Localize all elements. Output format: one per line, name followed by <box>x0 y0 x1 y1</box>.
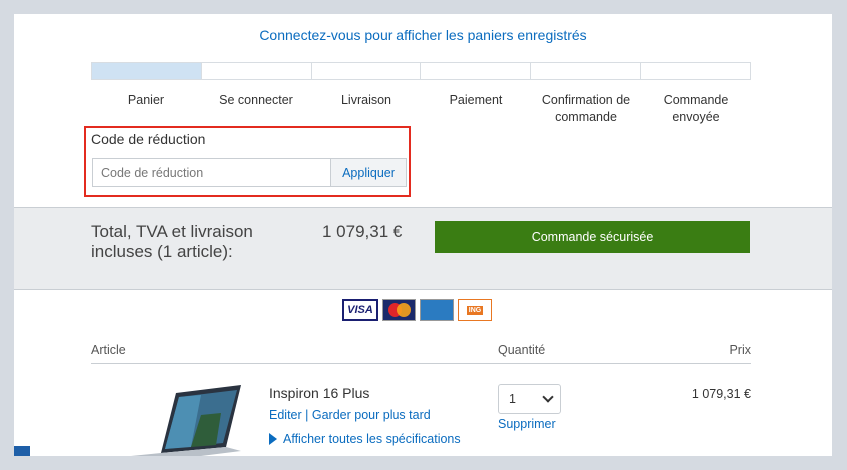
edit-link[interactable]: Editer <box>269 408 302 422</box>
quantity-value: 1 <box>509 392 516 406</box>
step-label-payment: Paiement <box>449 93 503 107</box>
step-bar-cart <box>91 62 202 80</box>
save-for-later-link[interactable]: Garder pour plus tard <box>312 408 431 422</box>
specs-label: Afficher toutes les spécifications <box>283 432 461 446</box>
step-bar-delivery <box>311 62 422 80</box>
promo-title: Code de réduction <box>91 131 206 147</box>
table-header: Article Quantité Prix <box>91 343 751 364</box>
apply-button[interactable]: Appliquer <box>330 158 407 187</box>
col-price: Prix <box>729 343 751 357</box>
step-labels: Panier Se connecter Livraison Paiement C… <box>91 92 751 126</box>
promo-code-input[interactable] <box>92 158 330 187</box>
product-name[interactable]: Inspiron 16 Plus <box>269 385 369 401</box>
payment-icons: VISA ING <box>342 299 492 321</box>
ing-icon: ING <box>458 299 492 321</box>
step-label-confirmation: Confirmation de commande <box>541 93 631 124</box>
col-article: Article <box>91 343 126 357</box>
quantity-select[interactable]: 1 <box>498 384 561 414</box>
mastercard-icon <box>382 299 416 321</box>
step-bar-signin <box>201 62 312 80</box>
total-amount: 1 079,31 € <box>322 222 403 241</box>
link-separator: | <box>305 408 309 422</box>
step-label-delivery: Livraison <box>340 93 392 107</box>
secure-checkout-button[interactable]: Commande sécurisée <box>435 221 750 253</box>
specs-toggle[interactable]: Afficher toutes les spécifications <box>269 432 461 446</box>
total-label: Total, TVA et livraison incluses (1 arti… <box>91 222 253 261</box>
amex-icon <box>420 299 454 321</box>
step-label-cart: Panier <box>127 93 165 107</box>
step-bar-payment <box>421 62 532 80</box>
col-quantity: Quantité <box>498 343 546 357</box>
product-links: Editer | Garder pour plus tard <box>269 408 431 422</box>
visa-icon: VISA <box>342 299 378 321</box>
corner-widget-icon[interactable] <box>14 446 30 456</box>
step-bar-confirmation <box>531 62 642 80</box>
remove-link[interactable]: Supprimer <box>498 417 556 431</box>
step-label-signin: Se connecter <box>219 93 293 107</box>
step-label-sent: Commande envoyée <box>663 93 729 124</box>
step-bar-sent <box>641 62 751 80</box>
item-price: 1 079,31 € <box>691 387 751 401</box>
laptop-image <box>131 385 241 456</box>
progress-steps <box>91 62 751 80</box>
signin-link[interactable]: Connectez-vous pour afficher les paniers… <box>14 27 832 43</box>
cart-panel: Connectez-vous pour afficher les paniers… <box>14 14 832 456</box>
chevron-down-icon <box>542 391 554 403</box>
caret-right-icon <box>269 433 277 445</box>
